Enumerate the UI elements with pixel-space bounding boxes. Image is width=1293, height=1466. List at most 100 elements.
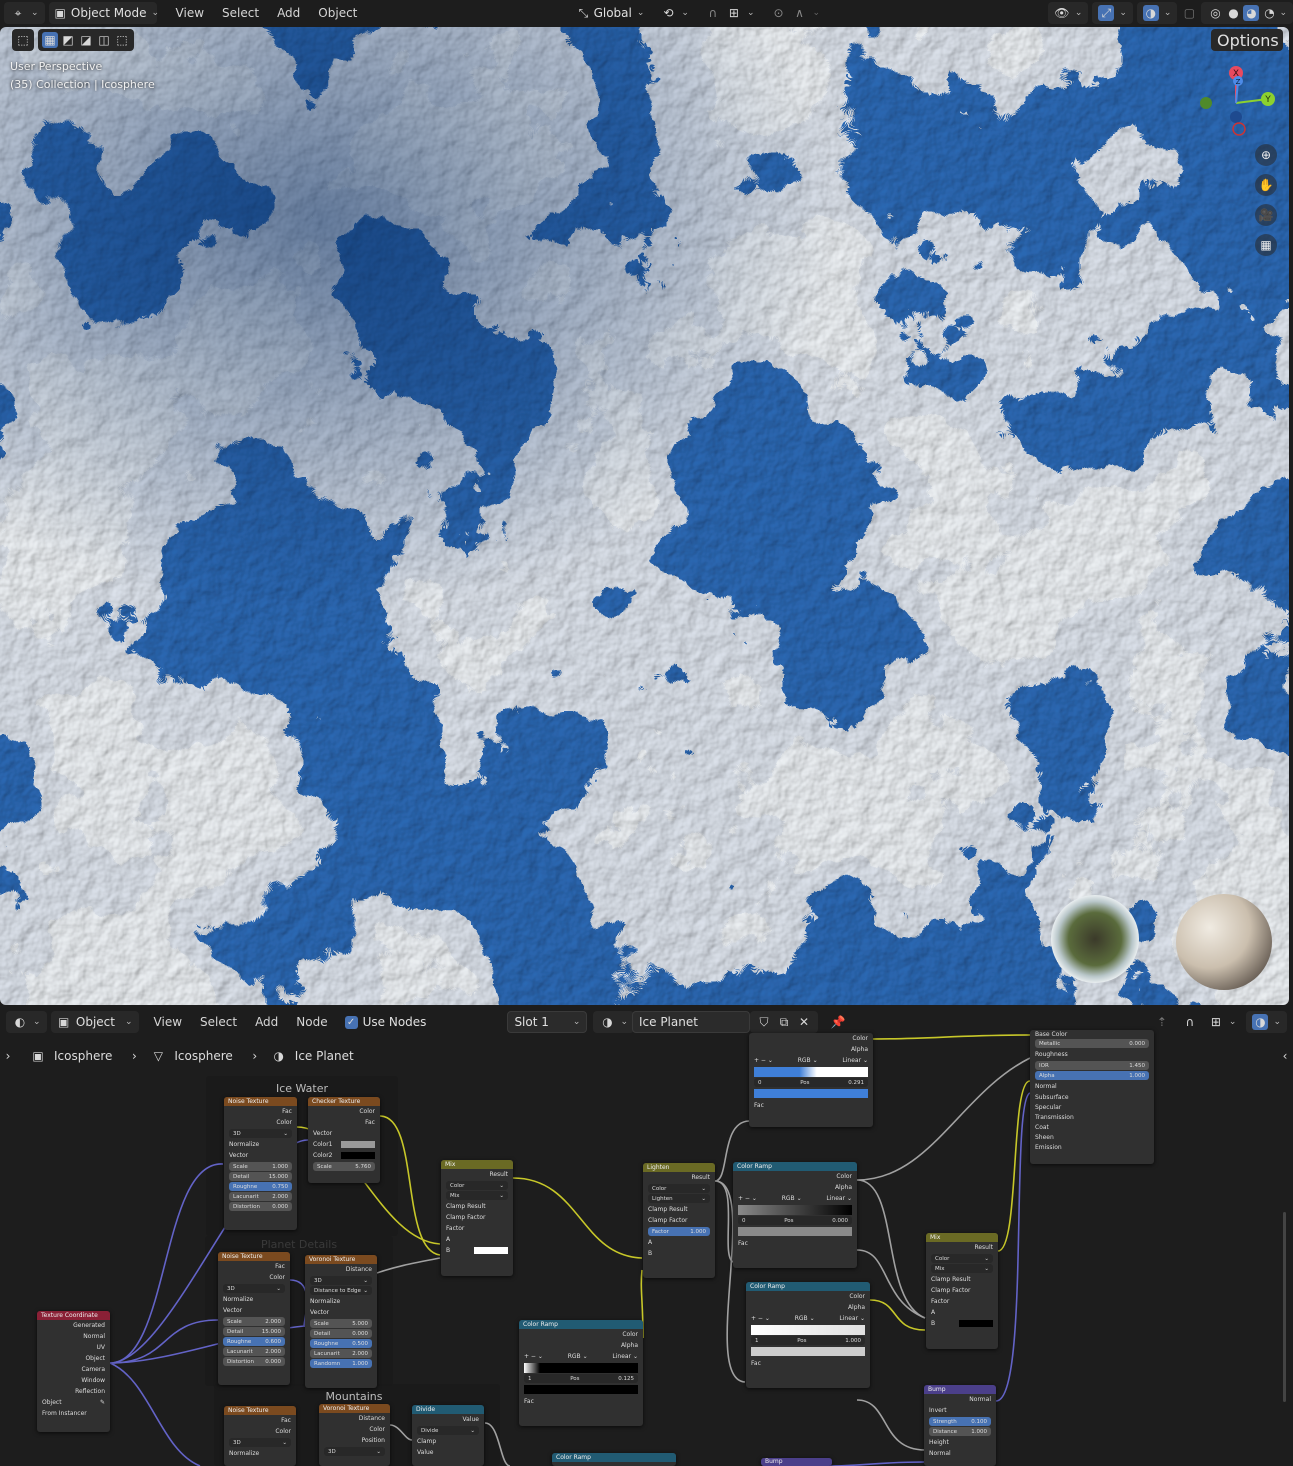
- color2-field[interactable]: Color2: [308, 1150, 380, 1161]
- socket-alpha[interactable]: Alpha: [733, 1182, 857, 1193]
- detail-field[interactable]: Detail 15.000: [229, 1172, 292, 1181]
- ramp-gradient[interactable]: [524, 1363, 638, 1373]
- normalize-checkbox[interactable]: Normalize: [224, 1448, 296, 1459]
- blend-mode-dropdown[interactable]: Lighten ⌄: [648, 1194, 710, 1203]
- panel-emission[interactable]: Emission: [1030, 1142, 1154, 1152]
- stop-color-swatch[interactable]: [524, 1385, 638, 1394]
- socket-fac[interactable]: Fac: [224, 1106, 297, 1117]
- roughness-field[interactable]: Roughne 0.600: [223, 1337, 285, 1346]
- socket-window[interactable]: Window: [37, 1375, 110, 1386]
- metallic-field[interactable]: Metallic 0.000: [1035, 1039, 1149, 1048]
- socket-factor[interactable]: Factor: [441, 1223, 513, 1234]
- node-color-ramp-top[interactable]: Color Alpha + − ⌄ RGB ⌄ Linear ⌄ 0 Pos 0.291…: [749, 1033, 873, 1127]
- socket-uv[interactable]: UV: [37, 1342, 110, 1353]
- node-mix-1[interactable]: Mix Result Color ⌄ Mix ⌄ Clamp Result Clam…: [441, 1160, 513, 1276]
- socket-color[interactable]: Color: [224, 1426, 296, 1437]
- socket-alpha[interactable]: Alpha: [519, 1340, 643, 1351]
- socket-fac[interactable]: Fac: [224, 1415, 296, 1426]
- snap-toggle[interactable]: ∩ ⊞ ⌄: [699, 2, 761, 24]
- blend-mode-dropdown[interactable]: Mix ⌄: [446, 1191, 508, 1200]
- ramp-stop-row[interactable]: 1 Pos 0.125: [524, 1374, 638, 1383]
- node-divide[interactable]: Divide Value Divide ⌄ Clamp Value: [412, 1405, 484, 1466]
- socket-normal[interactable]: Normal: [37, 1331, 110, 1342]
- factor-field[interactable]: Factor 1.000: [648, 1227, 710, 1236]
- socket-object[interactable]: Object: [37, 1353, 110, 1364]
- panel-sheen[interactable]: Sheen: [1030, 1132, 1154, 1142]
- rendered-shading-icon[interactable]: ◔: [1261, 5, 1277, 21]
- socket-b[interactable]: B: [441, 1245, 513, 1256]
- add-stop-icon[interactable]: + − ⌄: [524, 1353, 543, 1360]
- select-intersect-icon[interactable]: ⬚: [114, 32, 130, 48]
- node-lighten[interactable]: Lighten Result Color ⌄ Lighten ⌄ Clamp Res…: [643, 1163, 715, 1278]
- socket-normal[interactable]: Normal: [1030, 1081, 1154, 1092]
- socket-distance[interactable]: Distance: [319, 1413, 390, 1424]
- socket-color[interactable]: Color: [319, 1424, 390, 1435]
- node-color-ramp-1[interactable]: Color Ramp Color Alpha + − ⌄ RGB ⌄ Linear …: [733, 1162, 857, 1268]
- interpolation-dropdown[interactable]: Linear ⌄: [612, 1353, 638, 1360]
- clamp-factor-checkbox[interactable]: Clamp Factor: [926, 1285, 998, 1296]
- wireframe-shading-icon[interactable]: ◎: [1207, 5, 1223, 21]
- socket-vector[interactable]: Vector: [305, 1307, 377, 1318]
- distortion-field[interactable]: Distortion 0.000: [223, 1357, 285, 1366]
- socket-fac[interactable]: Fac: [733, 1238, 857, 1249]
- xray-icon[interactable]: ▢: [1181, 5, 1197, 21]
- lacunarity-field[interactable]: Lacunarit 2.000: [310, 1349, 372, 1358]
- detail-field[interactable]: Detail 15.000: [223, 1327, 285, 1336]
- stop-color-swatch[interactable]: [738, 1227, 852, 1236]
- eyedropper-icon[interactable]: ✎: [100, 1399, 105, 1406]
- lacunarity-field[interactable]: Lacunarit 2.000: [229, 1192, 292, 1201]
- node-voronoi-texture-1[interactable]: Voronoi Texture Distance 3D ⌄ Distance to…: [305, 1255, 377, 1388]
- menu-object[interactable]: Object: [311, 6, 364, 20]
- distortion-field[interactable]: Distortion 0.000: [229, 1202, 292, 1211]
- feature-dropdown[interactable]: Distance to Edge ⌄: [310, 1286, 372, 1295]
- object-picker-field[interactable]: Object ✎: [37, 1397, 110, 1408]
- scale-field[interactable]: Scale 5.760: [313, 1162, 375, 1171]
- interpolation-dropdown[interactable]: Linear ⌄: [839, 1315, 865, 1322]
- chevron-down-icon[interactable]: ⌄: [1279, 8, 1287, 18]
- socket-color[interactable]: Color: [224, 1117, 297, 1128]
- editor-type-button[interactable]: ⌖ ⌄: [4, 2, 45, 24]
- interpolation-dropdown[interactable]: Linear ⌄: [842, 1057, 868, 1064]
- scale-field[interactable]: Scale 5.000: [310, 1319, 372, 1328]
- overlay-toggle[interactable]: ◑ ⌄: [1136, 2, 1178, 24]
- strength-field[interactable]: Strength 0.100: [929, 1417, 991, 1426]
- socket-color[interactable]: Color: [519, 1329, 643, 1340]
- socket-base-color[interactable]: Base Color: [1030, 1030, 1154, 1038]
- socket-a[interactable]: A: [926, 1307, 998, 1318]
- socket-color[interactable]: Color: [746, 1291, 870, 1302]
- node-noise-texture-2[interactable]: Noise Texture Fac Color 3D ⌄ Normalize Ve…: [218, 1252, 290, 1385]
- gizmo-neg-x-axis[interactable]: [1232, 122, 1246, 136]
- node-noise-texture-3[interactable]: Noise Texture Fac Color 3D ⌄ Normalize: [224, 1406, 296, 1466]
- normalize-checkbox[interactable]: Normalize: [224, 1139, 297, 1150]
- orientation-dropdown[interactable]: ⤡ Global ⌄: [572, 2, 650, 24]
- node-color-ramp-2[interactable]: Color Ramp Color Alpha + − ⌄ RGB ⌄ Linear …: [519, 1320, 643, 1426]
- 3d-viewport[interactable]: User Perspective (35) Collection | Icosp…: [0, 27, 1289, 1005]
- grid-perspective-icon[interactable]: ▦: [1255, 234, 1277, 256]
- node-mix-2[interactable]: Mix Result Color ⌄ Mix ⌄ Clamp Result Clam…: [926, 1233, 998, 1349]
- node-color-ramp-3[interactable]: Color Ramp Color Alpha + − ⌄ RGB ⌄ Linear …: [746, 1282, 870, 1388]
- roughness-field[interactable]: Roughne 0.500: [310, 1339, 372, 1348]
- menu-add[interactable]: Add: [270, 6, 307, 20]
- interpolation-dropdown[interactable]: Linear ⌄: [826, 1195, 852, 1202]
- panel-coat[interactable]: Coat: [1030, 1122, 1154, 1132]
- distance-field[interactable]: Distance 1.000: [929, 1427, 991, 1436]
- select-difference-icon[interactable]: ◫: [96, 32, 112, 48]
- data-type-dropdown[interactable]: Color ⌄: [648, 1184, 710, 1193]
- camera-icon[interactable]: 🎥: [1255, 204, 1277, 226]
- node-voronoi-texture-2[interactable]: Voronoi Texture Distance Color Position …: [319, 1404, 390, 1466]
- ramp-stop-row[interactable]: 0 Pos 0.000: [738, 1216, 852, 1225]
- socket-reflection[interactable]: Reflection: [37, 1386, 110, 1397]
- socket-color[interactable]: Color: [308, 1106, 380, 1117]
- node-checker-texture[interactable]: Checker Texture Color Fac Vector Color1 …: [308, 1097, 380, 1183]
- pivot-dropdown[interactable]: ⟲ ⌄: [654, 2, 695, 24]
- dimension-dropdown[interactable]: 3D ⌄: [229, 1129, 292, 1138]
- ramp-gradient[interactable]: [754, 1067, 868, 1077]
- node-principled-bsdf[interactable]: Base Color Metallic 0.000 Roughness IOR 1.…: [1030, 1030, 1154, 1164]
- panel-transmission[interactable]: Transmission: [1030, 1112, 1154, 1122]
- color-mode-dropdown[interactable]: RGB ⌄: [568, 1353, 588, 1360]
- solid-shading-icon[interactable]: ●: [1225, 5, 1241, 21]
- dimension-dropdown[interactable]: 3D ⌄: [223, 1284, 285, 1293]
- scale-field[interactable]: Scale 1.000: [229, 1162, 292, 1171]
- socket-normal-out[interactable]: Normal: [924, 1394, 996, 1405]
- tweak-tool-button[interactable]: ⬚: [12, 29, 34, 51]
